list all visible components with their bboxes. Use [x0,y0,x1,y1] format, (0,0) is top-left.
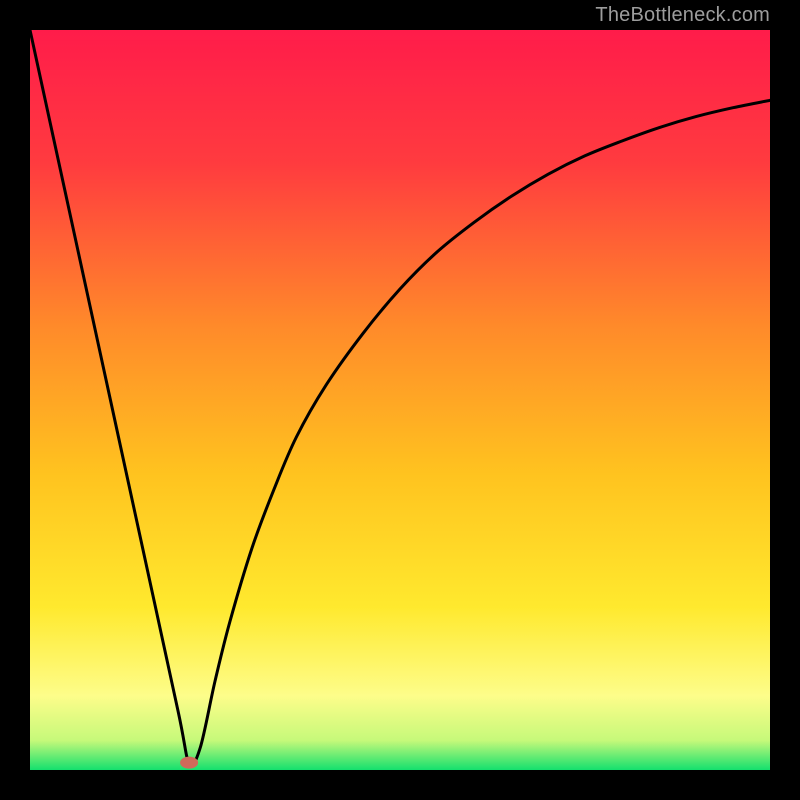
plot-area [30,30,770,770]
minimum-marker [180,757,198,769]
curve-layer [30,30,770,770]
bottleneck-curve [30,30,770,765]
chart-frame: TheBottleneck.com [0,0,800,800]
watermark-text: TheBottleneck.com [595,4,770,27]
